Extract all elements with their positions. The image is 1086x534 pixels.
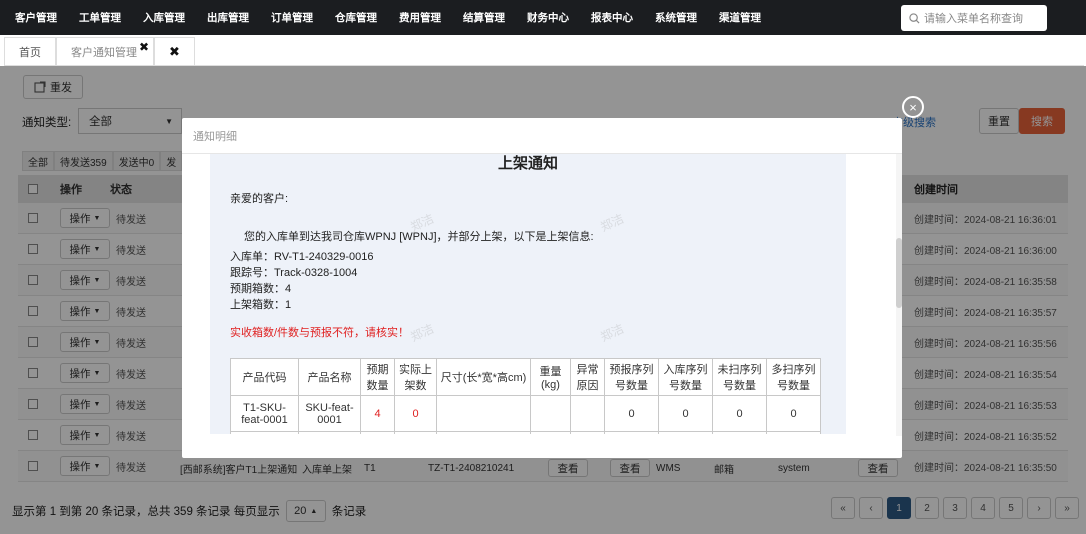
th-unscanned-serial: 未扫序列号数量 xyxy=(712,358,767,396)
close-all-tabs-icon[interactable]: ✖ xyxy=(154,37,195,65)
th-actual-qty: 实际上架数 xyxy=(394,358,437,396)
modal-title: 通知明细 xyxy=(182,118,902,154)
notice-heading: 上架通知 xyxy=(497,155,558,172)
tab-customer-notice-label: 客户通知管理 xyxy=(71,46,137,59)
td-forecast-serial: 0 xyxy=(604,395,659,432)
notice-tracking-no: 跟踪号：Track-0328-1004 xyxy=(230,267,358,279)
shelving-table-row-partial xyxy=(230,431,821,434)
modal-close-icon[interactable]: × xyxy=(902,96,924,118)
th-expected-qty: 预期数量 xyxy=(360,358,395,396)
notice-greeting: 亲爱的客户: xyxy=(230,193,289,205)
search-icon xyxy=(909,12,920,24)
th-exception: 异常原因 xyxy=(570,358,605,396)
notice-detail-modal: 通知明细 上架通知 亲爱的客户: 您的入库单到达我司仓库WPNJ [WPNJ]，… xyxy=(182,118,902,458)
notice-expected-boxes: 预期箱数：4 xyxy=(230,283,292,295)
td-expected-qty: 4 xyxy=(360,395,395,432)
notice-warning: 实收箱数/件数与预报不符，请核实！ xyxy=(230,327,410,339)
shelving-table: 产品代码 产品名称 预期数量 实际上架数 尺寸(长*宽*高cm) 重量(kg) … xyxy=(230,358,821,434)
watermark: 郑洁 xyxy=(408,321,437,345)
modal-scrollbar[interactable] xyxy=(896,154,902,436)
tab-bar: 首页 客户通知管理 ✖ ✖ xyxy=(4,37,1084,66)
th-weight: 重量(kg) xyxy=(530,358,571,396)
td-exception xyxy=(570,395,605,432)
th-product-code: 产品代码 xyxy=(230,358,299,396)
notice-inbound-no: 入库单：RV-T1-240329-0016 xyxy=(230,251,374,263)
tab-home[interactable]: 首页 xyxy=(4,37,56,65)
nav-item-order[interactable]: 订单管理 xyxy=(260,10,324,25)
tab-close-icon[interactable]: ✖ xyxy=(139,40,149,54)
nav-item-system[interactable]: 系统管理 xyxy=(644,10,708,25)
shelving-table-header: 产品代码 产品名称 预期数量 实际上架数 尺寸(长*宽*高cm) 重量(kg) … xyxy=(230,358,821,396)
td-dimensions xyxy=(436,395,531,432)
notice-body: 上架通知 亲爱的客户: 您的入库单到达我司仓库WPNJ [WPNJ]，并部分上架… xyxy=(210,154,846,434)
td-overscanned-serial: 0 xyxy=(766,395,821,432)
td-weight xyxy=(530,395,571,432)
nav-item-workorder[interactable]: 工单管理 xyxy=(68,10,132,25)
td-actual-qty: 0 xyxy=(394,395,437,432)
td-product-code: T1-SKU-feat-0001 xyxy=(230,395,299,432)
search-placeholder: 请输入菜单名称查询 xyxy=(924,13,1023,25)
watermark: 郑洁 xyxy=(598,211,627,235)
td-inbound-serial: 0 xyxy=(658,395,713,432)
th-product-name: 产品名称 xyxy=(298,358,361,396)
top-navigation: 客户管理 工单管理 入库管理 出库管理 订单管理 仓库管理 费用管理 结算管理 … xyxy=(0,0,1086,35)
th-inbound-serial: 入库序列号数量 xyxy=(658,358,713,396)
watermark: 郑洁 xyxy=(598,321,627,345)
nav-item-channel[interactable]: 渠道管理 xyxy=(708,10,772,25)
tab-customer-notice[interactable]: 客户通知管理 ✖ xyxy=(56,37,154,65)
th-forecast-serial: 预报序列号数量 xyxy=(604,358,659,396)
nav-item-settlement[interactable]: 结算管理 xyxy=(452,10,516,25)
shelving-table-row: T1-SKU-feat-0001 SKU-feat-0001 4 0 0 0 0… xyxy=(230,395,821,432)
nav-item-inbound[interactable]: 入库管理 xyxy=(132,10,196,25)
th-dimensions: 尺寸(长*宽*高cm) xyxy=(436,358,531,396)
modal-scroll-thumb[interactable] xyxy=(896,238,902,308)
nav-item-finance[interactable]: 财务中心 xyxy=(516,10,580,25)
menu-search-input[interactable]: 请输入菜单名称查询 xyxy=(901,5,1047,31)
th-overscanned-serial: 多扫序列号数量 xyxy=(766,358,821,396)
nav-item-fee[interactable]: 费用管理 xyxy=(388,10,452,25)
td-unscanned-serial: 0 xyxy=(712,395,767,432)
td-product-name: SKU-feat-0001 xyxy=(298,395,361,432)
notice-shelved-boxes: 上架箱数：1 xyxy=(230,299,292,311)
nav-item-customer[interactable]: 客户管理 xyxy=(0,10,68,25)
nav-item-report[interactable]: 报表中心 xyxy=(580,10,644,25)
nav-item-warehouse[interactable]: 仓库管理 xyxy=(324,10,388,25)
nav-item-outbound[interactable]: 出库管理 xyxy=(196,10,260,25)
